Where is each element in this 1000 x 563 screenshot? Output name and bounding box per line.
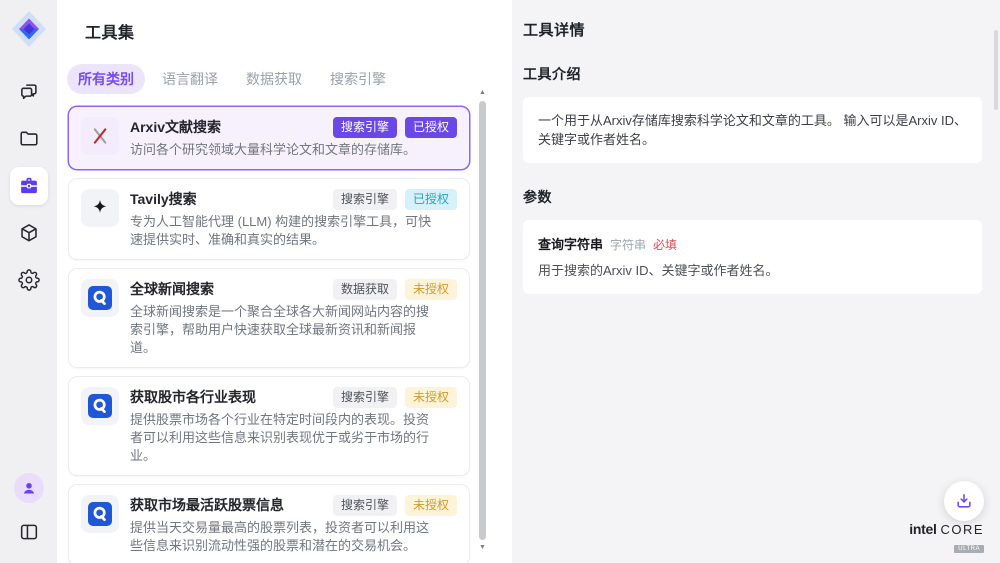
category-badge: 搜索引擎 xyxy=(333,189,397,210)
brand-core: core xyxy=(940,522,984,537)
left-rail xyxy=(0,0,57,563)
scroll-up-icon[interactable]: ▲ xyxy=(477,88,488,98)
category-badge: 搜索引擎 xyxy=(333,495,397,516)
params-heading: 参数 xyxy=(523,187,982,207)
rail-bottom xyxy=(10,473,48,551)
user-avatar[interactable] xyxy=(14,473,44,503)
category-tabs: 所有类别语言翻译数据获取搜索引擎 xyxy=(67,64,512,94)
toolset-panel: 工具集 所有类别语言翻译数据获取搜索引擎 Arxiv文献搜索 搜索引擎 已授权 … xyxy=(57,0,512,563)
status-badge: 未授权 xyxy=(405,387,457,408)
intro-card: 一个用于从Arxiv存储库搜索科学论文和文章的工具。 输入可以是Arxiv ID… xyxy=(523,97,982,163)
tool-card[interactable]: 获取股市各行业表现 搜索引擎 未授权 提供股票市场各个行业在特定时间段内的表现。… xyxy=(68,376,470,476)
tool-icon xyxy=(81,387,119,425)
tool-card[interactable]: Arxiv文献搜索 搜索引擎 已授权 访问各个研究领域大量科学论文和文章的存储库… xyxy=(68,106,470,170)
q-search-icon xyxy=(87,501,113,527)
panel-toggle-icon[interactable] xyxy=(10,513,48,551)
tool-icon xyxy=(81,189,119,227)
sparkle-icon xyxy=(89,197,111,219)
tool-description: 专为人工智能代理 (LLM) 构建的搜索引擎工具，可快速提供实时、准确和真实的结… xyxy=(130,213,433,249)
intel-core-logo: intel core ultra xyxy=(909,522,984,554)
download-button[interactable] xyxy=(944,481,984,521)
status-badge: 未授权 xyxy=(405,279,457,300)
detail-scrollbar-thumb[interactable] xyxy=(994,30,998,110)
tool-card[interactable]: Tavily搜索 搜索引擎 已授权 专为人工智能代理 (LLM) 构建的搜索引擎… xyxy=(68,178,470,260)
tool-description: 访问各个研究领域大量科学论文和文章的存储库。 xyxy=(130,141,433,159)
tool-card[interactable]: 获取市场最活跃股票信息 搜索引擎 未授权 提供当天交易量最高的股票列表，投资者可… xyxy=(68,484,470,563)
tool-detail-panel: 工具详情 工具介绍 一个用于从Arxiv存储库搜索科学论文和文章的工具。 输入可… xyxy=(512,0,1000,563)
scroll-down-icon[interactable]: ▼ xyxy=(477,543,488,553)
cube-nav-icon[interactable] xyxy=(10,214,48,252)
tool-icon xyxy=(81,279,119,317)
category-badge: 数据获取 xyxy=(333,279,397,300)
param-type: 字符串 xyxy=(610,236,646,253)
tool-list: Arxiv文献搜索 搜索引擎 已授权 访问各个研究领域大量科学论文和文章的存储库… xyxy=(68,106,470,563)
status-badge: 已授权 xyxy=(405,117,457,138)
download-icon xyxy=(954,491,974,511)
chat-nav-icon[interactable] xyxy=(10,73,48,111)
category-tab[interactable]: 数据获取 xyxy=(235,64,313,94)
q-search-icon xyxy=(87,393,113,419)
tool-description: 全球新闻搜索是一个聚合全球各大新闻网站内容的搜索引擎，帮助用户快速获取全球最新资… xyxy=(130,303,433,357)
q-search-icon xyxy=(87,285,113,311)
category-badge: 搜索引擎 xyxy=(333,117,397,138)
param-name: 查询字符串 xyxy=(538,234,603,253)
folder-nav-icon[interactable] xyxy=(10,120,48,158)
page-title: 工具集 xyxy=(85,19,512,43)
tool-description: 提供股票市场各个行业在特定时间段内的表现。投资者可以利用这些信息来识别表现优于或… xyxy=(130,411,433,465)
list-scrollbar[interactable]: ▲ ▼ xyxy=(477,88,488,553)
status-badge: 未授权 xyxy=(405,495,457,516)
scrollbar-thumb[interactable] xyxy=(479,101,486,540)
tool-title: 获取股市各行业表现 xyxy=(130,387,256,407)
intro-text: 一个用于从Arxiv存储库搜索科学论文和文章的工具。 输入可以是Arxiv ID… xyxy=(538,111,967,149)
category-tab[interactable]: 语言翻译 xyxy=(151,64,229,94)
intro-heading: 工具介绍 xyxy=(523,64,982,84)
tool-icon xyxy=(81,495,119,533)
tool-icon xyxy=(81,117,119,155)
arxiv-x-icon xyxy=(89,125,111,147)
status-badge: 已授权 xyxy=(405,189,457,210)
tool-description: 提供当天交易量最高的股票列表，投资者可以利用这些信息来识别流动性强的股票和潜在的… xyxy=(130,519,433,555)
tool-title: 全球新闻搜索 xyxy=(130,279,214,299)
tool-title: 获取市场最活跃股票信息 xyxy=(130,495,284,515)
param-description: 用于搜索的Arxiv ID、关键字或作者姓名。 xyxy=(538,262,967,280)
settings-nav-icon[interactable] xyxy=(10,261,48,299)
param-card: 查询字符串 字符串 必填 用于搜索的Arxiv ID、关键字或作者姓名。 xyxy=(523,220,982,294)
tool-card[interactable]: 全球新闻搜索 数据获取 未授权 全球新闻搜索是一个聚合全球各大新闻网站内容的搜索… xyxy=(68,268,470,368)
toolbox-nav-icon[interactable] xyxy=(10,167,48,205)
detail-title: 工具详情 xyxy=(523,19,982,40)
app-logo xyxy=(10,9,48,49)
brand-intel: intel xyxy=(909,521,936,537)
category-tab[interactable]: 搜索引擎 xyxy=(319,64,397,94)
param-required-flag: 必填 xyxy=(653,236,677,253)
category-badge: 搜索引擎 xyxy=(333,387,397,408)
brand-badge: ultra xyxy=(954,545,984,553)
tool-title: Arxiv文献搜索 xyxy=(130,117,221,137)
tool-title: Tavily搜索 xyxy=(130,189,197,209)
category-tab[interactable]: 所有类别 xyxy=(67,64,145,94)
